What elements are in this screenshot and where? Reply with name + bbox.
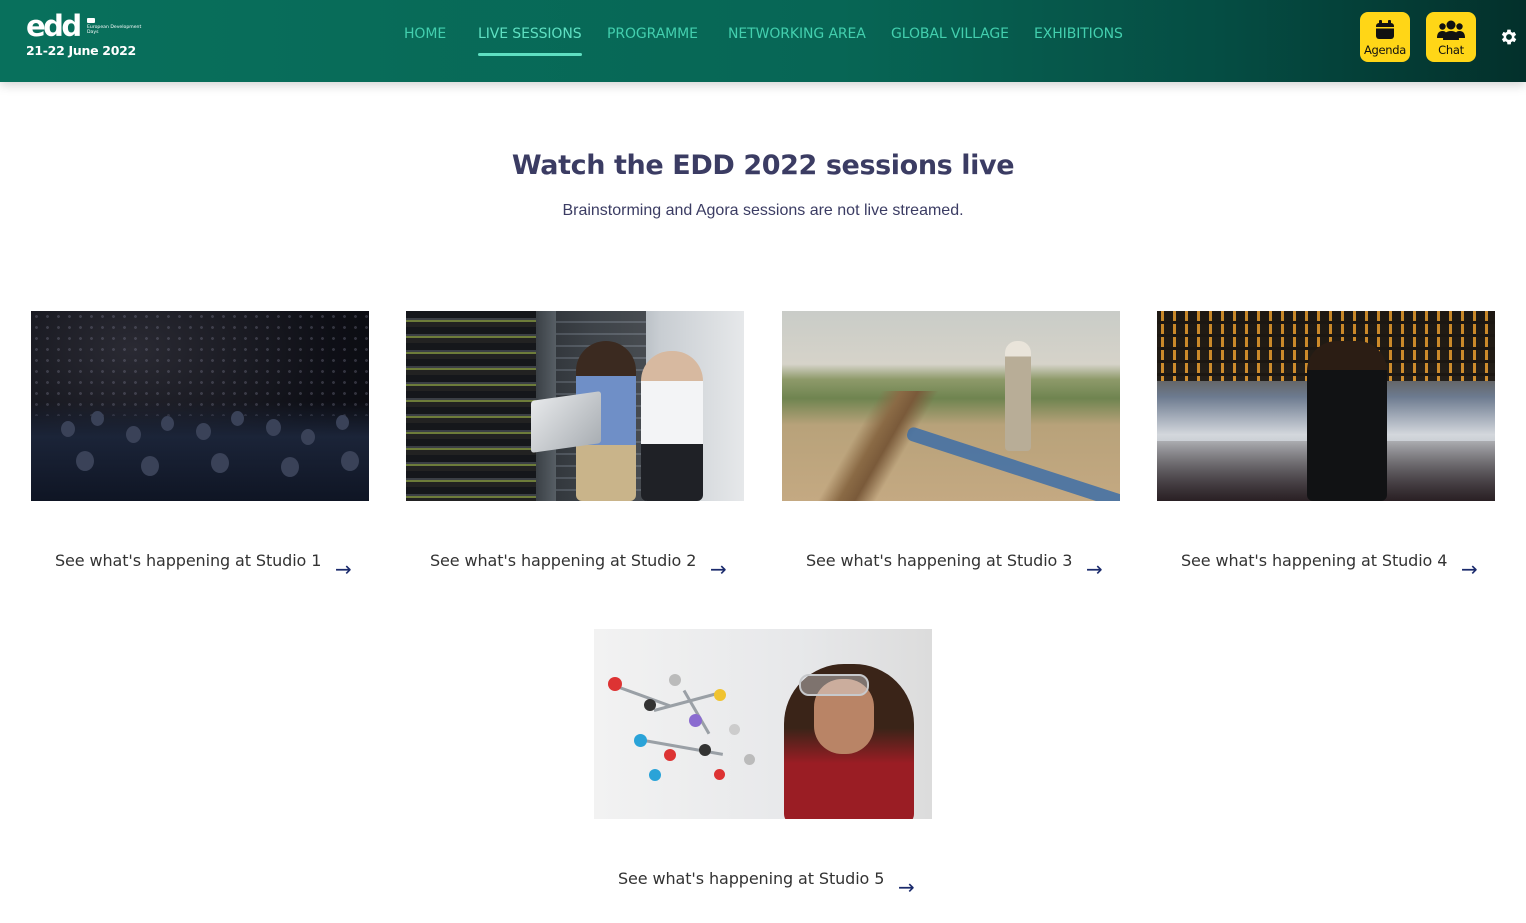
agenda-button[interactable]: Agenda bbox=[1360, 12, 1410, 62]
nav-exhibitions[interactable]: EXHIBITIONS bbox=[1034, 26, 1123, 42]
studio-3-link[interactable]: See what's happening at Studio 3 → bbox=[782, 551, 1120, 581]
logo-dates: 21-22 June 2022 bbox=[26, 43, 136, 58]
studio-5-card[interactable]: See what's happening at Studio 5 → bbox=[594, 629, 932, 899]
top-header: edd European Development Days 21-22 June… bbox=[0, 0, 1526, 82]
chat-button[interactable]: Chat bbox=[1426, 12, 1476, 62]
studio-2-card[interactable]: See what's happening at Studio 2 → bbox=[406, 311, 744, 581]
page-title: Watch the EDD 2022 sessions live bbox=[511, 150, 1015, 181]
studio-5-link[interactable]: See what's happening at Studio 5 → bbox=[594, 869, 932, 899]
chat-label: Chat bbox=[1438, 43, 1464, 57]
arrow-right-icon[interactable]: → bbox=[710, 557, 727, 581]
page-subtitle: Brainstorming and Agora sessions are not… bbox=[562, 202, 964, 219]
studio-4-link-text: See what's happening at Studio 4 bbox=[1181, 551, 1448, 570]
users-icon bbox=[1437, 20, 1465, 40]
studio-1-link[interactable]: See what's happening at Studio 1 → bbox=[31, 551, 369, 581]
studio-3-link-text: See what's happening at Studio 3 bbox=[806, 551, 1073, 570]
studio-1-link-text: See what's happening at Studio 1 bbox=[55, 551, 322, 570]
agenda-label: Agenda bbox=[1363, 43, 1407, 57]
nav-global-village[interactable]: GLOBAL VILLAGE bbox=[891, 26, 1009, 42]
studio-3-card[interactable]: See what's happening at Studio 3 → bbox=[782, 311, 1120, 581]
studio-3-image[interactable] bbox=[782, 311, 1120, 501]
arrow-right-icon[interactable]: → bbox=[1086, 557, 1103, 581]
nav-home[interactable]: HOME bbox=[404, 26, 446, 42]
calendar-icon bbox=[1376, 20, 1394, 39]
studio-4-link[interactable]: See what's happening at Studio 4 → bbox=[1157, 551, 1495, 581]
edd-logo[interactable]: edd European Development Days 21-22 June… bbox=[26, 10, 141, 60]
studio-1-image[interactable] bbox=[31, 311, 369, 501]
arrow-right-icon[interactable]: → bbox=[335, 557, 352, 581]
studio-4-card[interactable]: See what's happening at Studio 4 → bbox=[1157, 311, 1495, 581]
studio-2-image[interactable] bbox=[406, 311, 744, 501]
logo-wordmark: edd bbox=[26, 9, 82, 43]
nav-programme[interactable]: PROGRAMME bbox=[607, 26, 698, 42]
studio-1-card[interactable]: See what's happening at Studio 1 → bbox=[31, 311, 369, 581]
arrow-right-icon[interactable]: → bbox=[1461, 557, 1478, 581]
studio-2-link[interactable]: See what's happening at Studio 2 → bbox=[406, 551, 744, 581]
studio-5-image[interactable] bbox=[594, 629, 932, 819]
gear-icon[interactable] bbox=[1499, 27, 1519, 47]
arrow-right-icon[interactable]: → bbox=[898, 875, 915, 899]
nav-live-sessions[interactable]: LIVE SESSIONS bbox=[478, 26, 582, 56]
eu-flag-icon bbox=[87, 18, 95, 23]
studio-2-link-text: See what's happening at Studio 2 bbox=[430, 551, 697, 570]
studio-4-image[interactable] bbox=[1157, 311, 1495, 501]
logo-subtitle: European Development Days bbox=[87, 25, 142, 36]
nav-networking-area[interactable]: NETWORKING AREA bbox=[728, 26, 866, 42]
studio-5-link-text: See what's happening at Studio 5 bbox=[618, 869, 885, 888]
